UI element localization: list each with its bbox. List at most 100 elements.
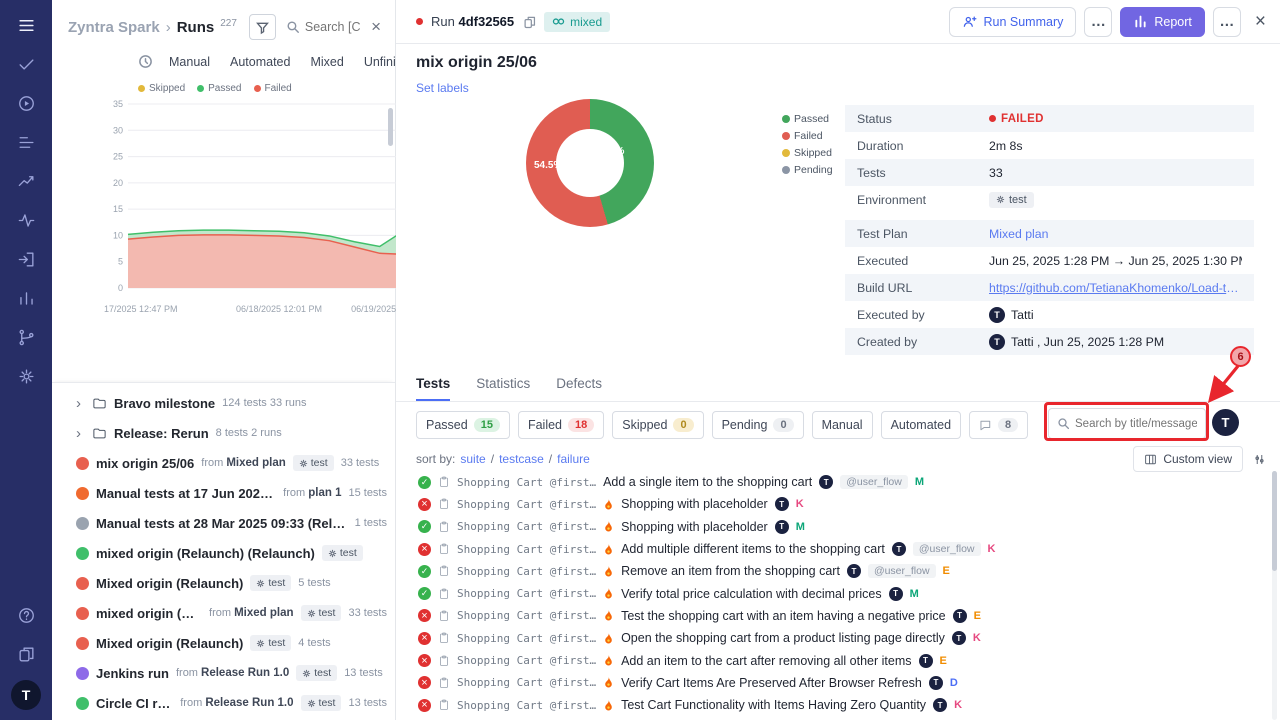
test-title[interactable]: Test the shopping cart with an item havi… xyxy=(621,609,946,623)
run-tree-item[interactable]: › Bravo milestone 124 tests 33 runs xyxy=(52,388,395,418)
tests-scrollbar-thumb[interactable] xyxy=(1272,471,1277,571)
test-title[interactable]: Verify total price calculation with deci… xyxy=(621,587,882,601)
test-suite[interactable]: Shopping Cart @first… xyxy=(457,654,596,667)
runs-button[interactable] xyxy=(0,84,52,123)
test-row[interactable]: Shopping Cart @first… Remove an item fro… xyxy=(396,560,1270,582)
run-tree-item[interactable]: › Release: Rerun 8 tests 2 runs xyxy=(52,418,395,448)
test-suite[interactable]: Shopping Cart @first… xyxy=(457,565,596,578)
user-avatar[interactable]: T xyxy=(11,680,41,710)
test-row[interactable]: Shopping Cart @first… Shopping with plac… xyxy=(396,493,1270,515)
test-suite[interactable]: Shopping Cart @first… xyxy=(457,699,596,712)
run-tree-item[interactable]: Manual tests at 28 Mar 2025 09:33 (Relau… xyxy=(52,508,395,538)
filter-chip[interactable]: Failed 18 xyxy=(518,411,604,439)
test-suite[interactable]: Shopping Cart @first… xyxy=(457,543,596,556)
test-title[interactable]: Add a single item to the shopping cart xyxy=(603,475,812,489)
user-filter-avatar[interactable]: T xyxy=(1212,409,1239,436)
chevron-right-icon[interactable]: › xyxy=(76,395,85,412)
test-title[interactable]: Add an item to the cart after removing a… xyxy=(621,654,911,668)
test-tag[interactable]: @user_flow xyxy=(868,564,936,578)
details-link[interactable]: Mixed plan xyxy=(989,227,1048,241)
runs-search-input[interactable] xyxy=(305,20,361,34)
test-row[interactable]: Shopping Cart @first… Open the shopping … xyxy=(396,627,1270,649)
help-button[interactable] xyxy=(0,596,52,635)
filter-chip[interactable]: Manual xyxy=(812,411,873,439)
filter-chip[interactable]: Automated xyxy=(881,411,961,439)
tests-search-input[interactable] xyxy=(1075,418,1197,430)
test-title[interactable]: Add multiple different items to the shop… xyxy=(621,542,885,556)
filter-chip[interactable]: Pending 0 xyxy=(712,411,804,439)
run-tree-item[interactable]: Circle CI run from Release Run 1.0 test … xyxy=(52,688,395,718)
test-row[interactable]: Shopping Cart @first… Test the shopping … xyxy=(396,605,1270,627)
filter-button[interactable] xyxy=(249,14,276,40)
test-row[interactable]: Shopping Cart @first… Verify Cart Items … xyxy=(396,672,1270,694)
test-suite[interactable]: Shopping Cart @first… xyxy=(457,609,596,622)
chevron-right-icon[interactable]: › xyxy=(76,425,85,442)
runs-type-tab[interactable]: Unfinished xyxy=(364,55,395,69)
reports-button[interactable] xyxy=(0,279,52,318)
run-summary-button[interactable]: Run Summary xyxy=(949,7,1076,37)
close-run-button[interactable]: × xyxy=(1255,11,1266,33)
details-url-link[interactable]: https://github.com/TetianaKhomenko/Load-… xyxy=(989,281,1242,295)
settings-button[interactable] xyxy=(0,357,52,396)
test-title[interactable]: Shopping with placeholder xyxy=(621,497,768,511)
test-row[interactable]: Shopping Cart @first… Verify total price… xyxy=(396,582,1270,604)
test-row[interactable]: Shopping Cart @first… Add multiple diffe… xyxy=(396,538,1270,560)
set-labels-link[interactable]: Set labels xyxy=(416,81,469,95)
run-tree-item[interactable]: mixed origin (Relaunch) from Mixed plan … xyxy=(52,598,395,628)
test-title[interactable]: Remove an item from the shopping cart xyxy=(621,564,840,578)
test-suite[interactable]: Shopping Cart @first… xyxy=(457,632,596,645)
test-title[interactable]: Test Cart Functionality with Items Havin… xyxy=(621,698,926,712)
test-suite[interactable]: Shopping Cart @first… xyxy=(457,498,596,511)
more-options-button[interactable]: … xyxy=(1213,7,1241,37)
filter-chip[interactable]: Skipped 0 xyxy=(612,411,703,439)
run-tab[interactable]: Statistics xyxy=(476,376,530,401)
import-button[interactable] xyxy=(0,240,52,279)
test-title[interactable]: Verify Cart Items Are Preserved After Br… xyxy=(621,676,922,690)
filter-chip[interactable]: 8 xyxy=(969,411,1028,439)
brand-name[interactable]: Zyntra Spark xyxy=(68,19,160,36)
run-tree-item[interactable]: mixed origin (Relaunch) (Relaunch) test xyxy=(52,538,395,568)
filter-chip[interactable]: Passed 15 xyxy=(416,411,510,439)
test-suite[interactable]: Shopping Cart @first… xyxy=(457,676,596,689)
test-row[interactable]: Shopping Cart @first… Add a single item … xyxy=(396,471,1270,493)
sort-suite-link[interactable]: suite xyxy=(460,452,485,466)
custom-view-button[interactable]: Custom view xyxy=(1133,446,1243,472)
activity-button[interactable] xyxy=(0,201,52,240)
run-tree-item[interactable]: mix origin 25/06 from Mixed plan test 33… xyxy=(52,448,395,478)
menu-button[interactable] xyxy=(0,6,52,45)
more-actions-button[interactable]: … xyxy=(1084,7,1112,37)
test-suite[interactable]: Shopping Cart @first… xyxy=(457,587,596,600)
sort-testcase-link[interactable]: testcase xyxy=(499,452,544,466)
copy-run-id-button[interactable] xyxy=(522,15,536,29)
test-tag[interactable]: @user_flow xyxy=(840,475,908,489)
tests-scrollbar[interactable] xyxy=(1272,471,1277,720)
analytics-button[interactable] xyxy=(0,162,52,201)
close-panel-button[interactable]: × xyxy=(367,17,385,37)
test-title[interactable]: Shopping with placeholder xyxy=(621,520,768,534)
runs-type-tab[interactable]: Automated xyxy=(230,55,290,69)
test-row[interactable]: Shopping Cart @first… Test Cart Function… xyxy=(396,694,1270,716)
run-tree-item[interactable]: Jenkins run from Release Run 1.0 test 13… xyxy=(52,658,395,688)
view-settings-button[interactable] xyxy=(1253,453,1266,466)
test-row[interactable]: Shopping Cart @first… Shopping with plac… xyxy=(396,516,1270,538)
run-tab[interactable]: Defects xyxy=(556,376,602,401)
run-tab[interactable]: Tests xyxy=(416,376,450,401)
runs-panel-scrollbar[interactable] xyxy=(388,108,393,146)
branches-button[interactable] xyxy=(0,318,52,357)
tasks-button[interactable] xyxy=(0,123,52,162)
test-row[interactable]: Shopping Cart @first… Add an item to the… xyxy=(396,649,1270,671)
test-title[interactable]: Open the shopping cart from a product li… xyxy=(621,631,945,645)
run-tree-item[interactable]: Mixed origin (Relaunch) test 5 tests xyxy=(52,568,395,598)
runs-type-tab[interactable]: Manual xyxy=(169,55,210,69)
checks-button[interactable] xyxy=(0,45,52,84)
sort-failure-link[interactable]: failure xyxy=(557,452,590,466)
report-button[interactable]: Report xyxy=(1120,7,1205,37)
test-suite[interactable]: Shopping Cart @first… xyxy=(457,520,596,533)
runs-type-tab[interactable]: Mixed xyxy=(310,55,343,69)
projects-button[interactable] xyxy=(0,635,52,674)
run-type-badge[interactable]: mixed xyxy=(544,12,610,32)
run-tree-item[interactable]: Mixed origin (Relaunch) test 4 tests xyxy=(52,628,395,658)
test-tag[interactable]: @user_flow xyxy=(913,542,981,556)
test-suite[interactable]: Shopping Cart @first… xyxy=(457,476,596,489)
run-tree-item[interactable]: Manual tests at 17 Jun 2025 10:09 from p… xyxy=(52,478,395,508)
